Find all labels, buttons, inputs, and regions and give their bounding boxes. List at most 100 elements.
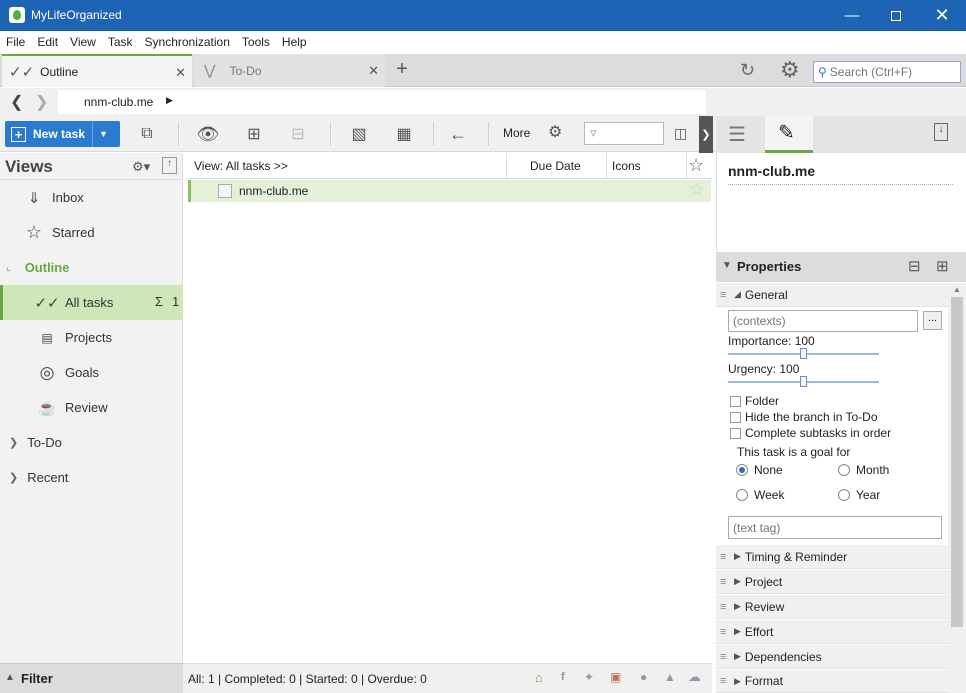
folder-checkbox[interactable]: Folder: [730, 394, 779, 408]
hide-branch-checkbox[interactable]: Hide the branch in To-Do: [730, 410, 878, 424]
forward-nav-icon[interactable]: ❯: [35, 92, 48, 112]
facebook-icon[interactable]: f: [561, 671, 565, 683]
task-notes[interactable]: nnm-club.me: [716, 153, 966, 251]
back-nav-icon[interactable]: ❮: [10, 92, 23, 112]
menu-synchronization[interactable]: Synchronization: [139, 31, 236, 53]
menu-task[interactable]: Task: [102, 31, 139, 53]
star-column-icon[interactable]: ☆: [688, 155, 704, 176]
nav-starred[interactable]: ☆ Starred: [0, 215, 183, 250]
task-checkbox[interactable]: [218, 184, 232, 198]
radio-icon[interactable]: [838, 464, 850, 476]
close-window-button[interactable]: ✕: [919, 0, 965, 31]
arrow-left-icon[interactable]: ←: [444, 121, 472, 147]
radio-icon[interactable]: [736, 464, 748, 476]
task-detail-title[interactable]: nnm-club.me: [728, 163, 815, 179]
edit-tab[interactable]: ✎: [765, 116, 813, 153]
star-icon[interactable]: ☆: [689, 180, 704, 200]
twitter-icon[interactable]: ✦: [584, 670, 594, 684]
complete-in-order-checkbox[interactable]: Complete subtasks in order: [730, 426, 891, 440]
section-timing[interactable]: ≡ ▶ Timing & Reminder: [716, 545, 948, 569]
scroll-up-icon[interactable]: ▲: [953, 285, 961, 294]
goal-radio-year[interactable]: Year: [838, 488, 880, 502]
collapse-branch-icon[interactable]: ⊟: [284, 121, 312, 147]
scrollbar-thumb[interactable]: [951, 297, 963, 627]
task-row[interactable]: nnm-club.me ☆: [188, 180, 711, 202]
nav-recent[interactable]: ❯ Recent: [0, 460, 183, 495]
checkbox-icon[interactable]: [730, 427, 741, 439]
views-settings-icon[interactable]: ⚙▾: [132, 159, 150, 175]
minimize-button[interactable]: —: [829, 0, 875, 31]
contexts-input[interactable]: [728, 310, 918, 332]
filter-settings-icon[interactable]: ⚙: [548, 122, 562, 142]
search-box[interactable]: ⚲: [813, 61, 961, 83]
home-icon[interactable]: ⌂: [535, 670, 543, 685]
menu-tools[interactable]: Tools: [236, 31, 276, 53]
new-task-button[interactable]: + New task ▼: [5, 121, 120, 147]
contexts-browse-button[interactable]: ...: [923, 311, 942, 330]
close-tab-icon[interactable]: ✕: [368, 63, 379, 79]
column-due-date[interactable]: Due Date: [530, 159, 581, 173]
maximize-button[interactable]: [873, 0, 919, 31]
breadcrumb-arrow-icon[interactable]: ▶: [166, 95, 173, 106]
download-pin-icon[interactable]: ↓: [934, 123, 948, 141]
checkbox-icon[interactable]: [730, 395, 741, 407]
tab-outline[interactable]: ✓✓ Outline ✕: [2, 54, 192, 87]
list-view-icon[interactable]: ☰: [728, 122, 746, 147]
properties-scrollbar[interactable]: ▲: [948, 283, 966, 693]
column-icons[interactable]: Icons: [612, 159, 641, 173]
dropdown-arrow-icon[interactable]: ▼: [99, 129, 108, 139]
menu-help[interactable]: Help: [276, 31, 313, 53]
new-tab-button[interactable]: +: [389, 58, 415, 84]
nav-todo[interactable]: ❯ To-Do: [0, 425, 183, 460]
breadcrumb-item[interactable]: nnm-club.me: [84, 95, 153, 109]
collapse-all-icon[interactable]: ⊟: [908, 257, 921, 275]
menu-file[interactable]: File: [0, 31, 31, 53]
settings-gear-icon[interactable]: ⚙: [780, 57, 800, 83]
text-tag-field[interactable]: [733, 521, 933, 535]
close-tab-icon[interactable]: ✕: [175, 65, 186, 81]
collapse-down-icon[interactable]: ▼: [722, 260, 732, 271]
section-review[interactable]: ≡ ▶ Review: [716, 595, 948, 619]
expand-branch-icon[interactable]: ⊞: [240, 121, 268, 147]
toggle-panel-icon[interactable]: ❯: [699, 116, 713, 153]
section-project[interactable]: ≡ ▶ Project: [716, 570, 948, 594]
hierarchy-icon[interactable]: ▧: [345, 121, 373, 147]
nav-review[interactable]: ☕ Review: [0, 390, 183, 425]
importance-slider-thumb[interactable]: [799, 348, 807, 359]
sync-icon[interactable]: ↻: [740, 60, 755, 81]
filter-input[interactable]: ▿: [584, 122, 664, 145]
goal-radio-none[interactable]: None: [736, 463, 783, 477]
columns-icon[interactable]: ◫: [674, 125, 687, 142]
section-format[interactable]: ≡ ▶ Format: [716, 670, 948, 693]
expand-all-icon[interactable]: ⊞: [936, 257, 949, 275]
radio-icon[interactable]: [838, 489, 850, 501]
filter-bar[interactable]: ▲ Filter: [0, 663, 183, 693]
nav-inbox[interactable]: ⇓ Inbox: [0, 180, 183, 215]
task-title[interactable]: nnm-club.me: [239, 184, 308, 198]
android-icon[interactable]: ▲: [664, 670, 676, 684]
search-input[interactable]: [829, 65, 950, 79]
tab-todo[interactable]: ⋁ To-Do ✕: [194, 54, 385, 87]
radio-icon[interactable]: [736, 489, 748, 501]
nav-all-tasks[interactable]: ✓✓ All tasks Σ 1: [0, 285, 183, 320]
contexts-field[interactable]: [733, 314, 913, 328]
goal-radio-week[interactable]: Week: [736, 488, 784, 502]
apple-icon[interactable]: ●: [640, 670, 647, 684]
pin-up-icon[interactable]: ↑: [162, 157, 177, 174]
tree-icon[interactable]: ▦: [390, 121, 418, 147]
view-selector[interactable]: View: All tasks >>: [194, 159, 288, 173]
nav-outline[interactable]: ⌞ Outline: [0, 250, 183, 285]
text-tag-input[interactable]: [728, 516, 942, 539]
section-general[interactable]: ≡ ◢ General: [716, 283, 948, 307]
nav-projects[interactable]: ▤ Projects: [0, 320, 183, 355]
section-dependencies[interactable]: ≡ ▶ Dependencies: [716, 645, 948, 669]
more-button[interactable]: More: [503, 126, 530, 140]
nav-goals[interactable]: ◎ Goals: [0, 355, 183, 390]
add-subtask-icon[interactable]: ⧉: [133, 121, 161, 147]
checkbox-icon[interactable]: [730, 411, 741, 423]
section-effort[interactable]: ≡ ▶ Effort: [716, 620, 948, 644]
menu-view[interactable]: View: [64, 31, 102, 53]
goal-radio-month[interactable]: Month: [838, 463, 889, 477]
blog-icon[interactable]: ▣: [610, 670, 621, 684]
view-eye-icon[interactable]: 👁: [194, 121, 222, 147]
